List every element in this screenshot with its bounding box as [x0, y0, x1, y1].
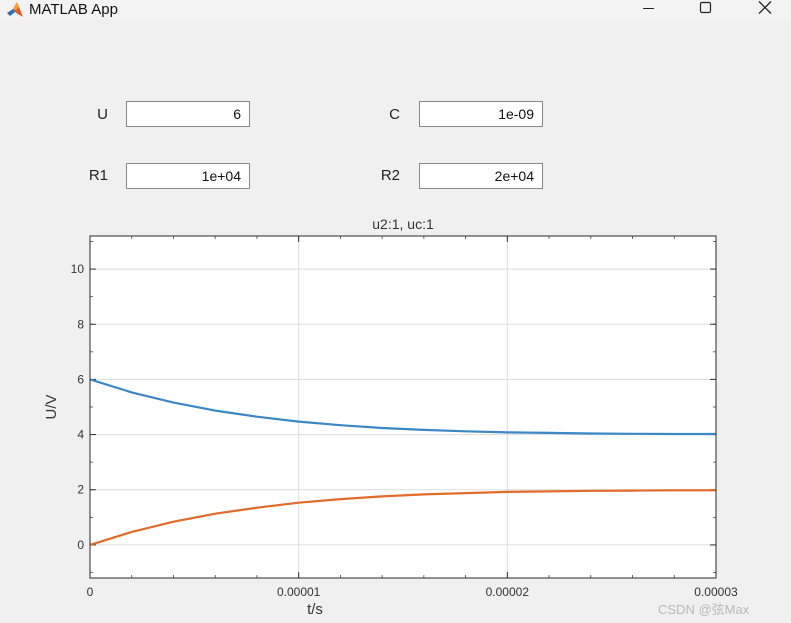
y-tick-label: 0	[77, 538, 84, 552]
y-tick-label: 10	[71, 262, 85, 276]
y-axis-label: U/V	[43, 394, 60, 419]
y-tick-label: 6	[77, 372, 84, 386]
y-tick-label: 2	[77, 483, 84, 497]
x-tick-label: 0.00002	[486, 585, 530, 599]
x-tick-label: 0.00003	[694, 585, 738, 599]
y-tick-label: 4	[77, 428, 84, 442]
plot-axes[interactable]: 0 0.00001 0.00002 0.00003 0 2 4 6 8 10 u2:1, uc:1 t…	[0, 0, 791, 623]
chart-title: u2:1, uc:1	[372, 216, 434, 232]
x-tick-label: 0.00001	[277, 585, 321, 599]
x-tick-label: 0	[87, 585, 94, 599]
y-tick-label: 8	[77, 317, 84, 331]
x-axis-label: t/s	[307, 601, 323, 618]
watermark: CSDN @弦Max	[658, 602, 750, 617]
plot-area	[90, 236, 716, 578]
